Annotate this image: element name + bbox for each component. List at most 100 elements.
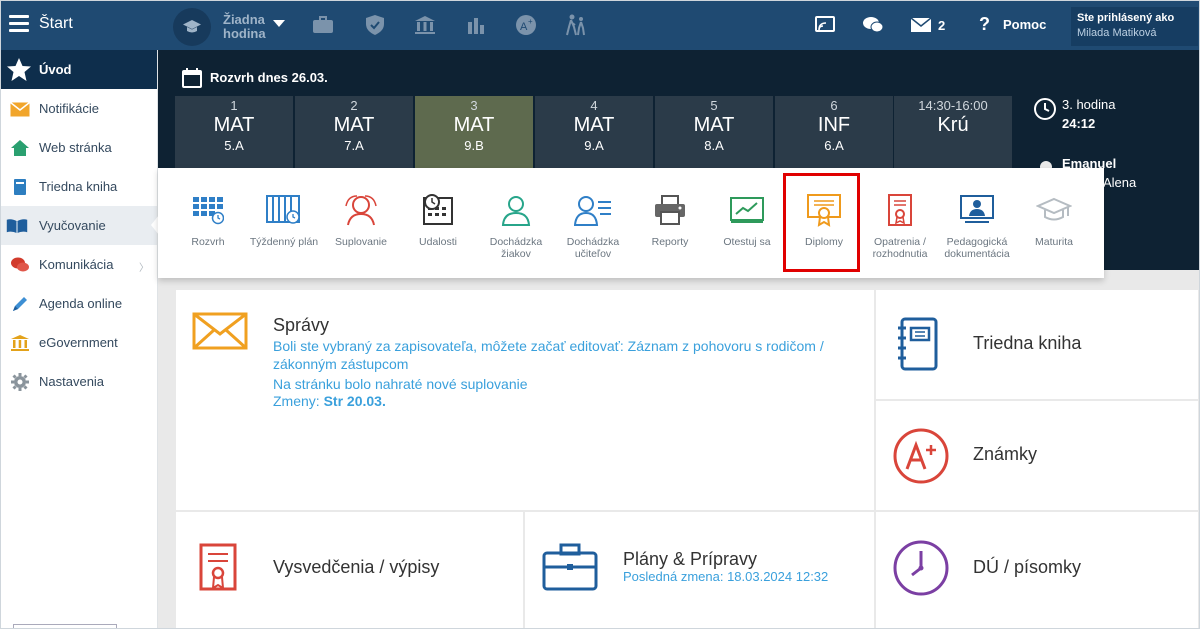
hour-line-2: hodina — [223, 26, 266, 41]
lesson-1[interactable]: 1 MAT 5.A — [175, 96, 293, 168]
current-hour-info: 3. hodina 24:12 — [1033, 97, 1116, 131]
user-account-box[interactable]: Ste prihlásený ako Milada Matiková — [1071, 7, 1198, 46]
clock-icon — [1034, 98, 1056, 120]
walking-people-icon[interactable] — [564, 13, 588, 37]
lesson-class: 8.A — [704, 138, 724, 153]
menu-item-otestuj-sa[interactable]: Otestuj sa — [709, 190, 785, 248]
menu-item-label: Opatrenia / rozhodnutia — [872, 236, 928, 260]
events-calendar-icon — [418, 190, 458, 230]
lesson-6[interactable]: 6 INF 6.A — [775, 96, 893, 168]
lesson-subject: INF — [817, 114, 851, 136]
person-name-2: Alena — [1103, 175, 1137, 190]
menu-item-maturita[interactable]: Maturita — [1016, 190, 1092, 248]
envelope-icon — [192, 312, 248, 355]
menu-item-label: Udalosti — [419, 236, 457, 248]
bar-chart-icon[interactable] — [464, 13, 488, 37]
lesson-2[interactable]: 2 MAT 7.A — [295, 96, 413, 168]
lesson-class: 6.A — [824, 138, 844, 153]
plans-last-change[interactable]: Posledná zmena: 18.03.2024 12:32 — [623, 569, 828, 584]
sidebar-item-label: eGovernment — [39, 335, 118, 350]
graduation-cap-icon[interactable] — [173, 8, 211, 46]
chat-bubbles-icon[interactable] — [861, 13, 885, 37]
printer-icon — [650, 190, 690, 230]
sidebar-item-uvod[interactable]: Úvod — [1, 50, 157, 89]
user-name: Milada Matiková — [1077, 27, 1157, 39]
start-label[interactable]: Štart — [39, 15, 73, 33]
sidebar-item-label: Úvod — [39, 62, 72, 77]
open-book-icon — [6, 215, 28, 237]
sidebar-item-label: Notifikácie — [39, 101, 99, 116]
mail-icon[interactable] — [909, 13, 933, 37]
changes-date: Str 20.03. — [323, 393, 386, 409]
menu-item-udalosti[interactable]: Udalosti — [400, 190, 476, 248]
homework-title: DÚ / písomky — [973, 557, 1082, 577]
cast-screen-icon[interactable] — [813, 13, 837, 37]
sidebar-item-agenda-online[interactable]: Agenda online — [1, 284, 157, 323]
chevron-right-icon: 〉 — [139, 263, 149, 274]
lesson-4[interactable]: 4 MAT 9.A — [535, 96, 653, 168]
sidebar-item-komunikacia[interactable]: Komunikácia 〉 — [1, 245, 157, 284]
lesson-subject: Krú — [937, 114, 969, 136]
sidebar-item-egovernment[interactable]: eGovernment — [1, 323, 157, 362]
student-attendance-icon — [496, 190, 536, 230]
menu-icon[interactable] — [9, 15, 29, 33]
current-hour-selector[interactable]: Žiadna hodina — [223, 13, 266, 41]
lesson-5[interactable]: 5 MAT 8.A — [655, 96, 773, 168]
messages-card[interactable]: Správy Boli ste vybraný za zapisovateľa,… — [176, 290, 874, 510]
menu-item-tyzdenny-plan[interactable]: Týždenný plán — [246, 190, 322, 248]
sidebar-item-triedna-kniha[interactable]: Triedna kniha — [1, 167, 157, 206]
grade-icon[interactable]: A + — [514, 13, 538, 37]
menu-item-dochadzka-ziakov[interactable]: Dochádzka žiakov — [478, 190, 554, 260]
envelope-icon — [9, 98, 31, 120]
menu-item-suplovanie[interactable]: Suplovanie — [323, 190, 399, 248]
class-book-title: Triedna kniha — [973, 333, 1082, 353]
message-link-3[interactable]: Zmeny: Str 20.03. — [273, 392, 863, 410]
lesson-number: 6 — [830, 98, 838, 113]
chevron-down-icon[interactable] — [273, 20, 285, 27]
lesson-class: 5.A — [224, 138, 244, 153]
lesson-3-current[interactable]: 3 MAT 9.B — [415, 96, 533, 168]
sidebar-item-nastavenia[interactable]: Nastavenia — [1, 362, 157, 401]
menu-item-label: Otestuj sa — [723, 236, 771, 248]
menu-item-dochadzka-ucitelov[interactable]: Dochádzka učiteľov — [555, 190, 631, 260]
sidebar-item-label: Nastavenia — [39, 374, 105, 389]
help-link[interactable]: Pomoc — [1003, 17, 1046, 32]
menu-item-rozvrh[interactable]: Rozvrh — [170, 190, 246, 248]
lesson-7[interactable]: 14:30-16:00 Krú — [894, 96, 1012, 168]
menu-item-pedagogicka-dokumentacia[interactable]: Pedagogická dokumentácia — [939, 190, 1015, 260]
menu-item-opatrenia[interactable]: Opatrenia / rozhodnutia — [862, 190, 938, 260]
grades-card[interactable]: Známky — [876, 401, 1198, 510]
message-link-2[interactable]: Na stránku bolo nahraté nové suplovanie — [273, 375, 863, 393]
logged-in-label: Ste prihlásený ako — [1077, 12, 1175, 24]
question-mark-icon[interactable]: ? — [979, 14, 990, 35]
certificates-card[interactable]: Vysvedčenia / výpisy — [176, 512, 523, 628]
vyucovanie-flyout-menu: Rozvrh Týždenný plán Suplovanie Udalosti… — [158, 168, 1104, 278]
lesson-number: 3 — [470, 98, 478, 113]
shield-icon[interactable] — [363, 13, 387, 37]
star-icon — [6, 57, 32, 87]
briefcase-icon[interactable] — [311, 13, 335, 37]
lesson-subject: MAT — [333, 114, 375, 136]
chat-icon — [9, 254, 31, 276]
bank-icon[interactable] — [413, 13, 437, 37]
house-icon — [9, 137, 31, 159]
bank-icon — [9, 332, 31, 354]
lesson-number: 14:30-16:00 — [918, 98, 988, 113]
menu-item-reporty[interactable]: Reporty — [632, 190, 708, 248]
class-book-card[interactable]: Triedna kniha — [876, 290, 1198, 399]
mail-count-badge[interactable]: 2 — [938, 18, 945, 33]
homework-card[interactable]: DÚ / písomky — [876, 512, 1198, 628]
sidebar-item-label: Vyučovanie — [39, 218, 106, 233]
sidebar-item-notifikacie[interactable]: Notifikácie — [1, 89, 157, 128]
message-link-1[interactable]: Boli ste vybraný za zapisovateľa, môžete… — [273, 337, 863, 373]
sidebar-item-web-stranka[interactable]: Web stránka — [1, 128, 157, 167]
menu-item-label: Dochádzka žiakov — [489, 236, 543, 260]
plans-card[interactable]: Plány & Prípravy Posledná zmena: 18.03.2… — [525, 512, 874, 628]
menu-item-label: Pedagogická dokumentácia — [944, 236, 1010, 260]
lesson-class: 9.A — [584, 138, 604, 153]
grades-title: Známky — [973, 444, 1038, 464]
sidebar-bottom-tab — [13, 624, 117, 628]
schedule-grid-icon — [188, 190, 228, 230]
weekly-plan-icon — [264, 190, 304, 230]
sidebar-item-vyucovanie[interactable]: Vyučovanie — [1, 206, 157, 245]
